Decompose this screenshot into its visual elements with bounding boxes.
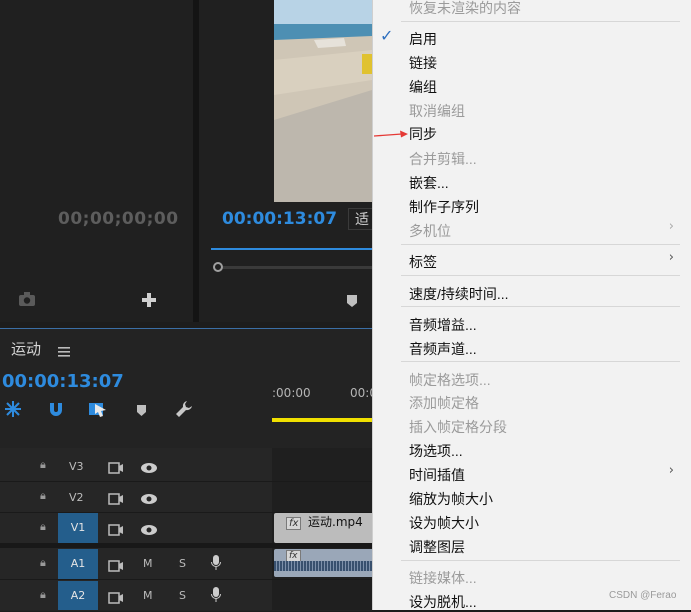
linked-selection-icon[interactable]: [88, 400, 108, 418]
menu-item-add-frame-hold[interactable]: 添加帧定格: [409, 393, 479, 413]
menu-item-speed-duration[interactable]: 速度/持续时间...: [409, 284, 509, 304]
solo-button[interactable]: S: [179, 589, 186, 602]
menu-item-frame-hold-options[interactable]: 帧定格选项...: [409, 370, 491, 390]
menu-item-audio-channels[interactable]: 音频声道...: [409, 339, 477, 359]
menu-item-link[interactable]: 链接: [409, 53, 437, 73]
video-audio-divider: [0, 543, 372, 548]
waveform: [274, 561, 372, 571]
eye-icon[interactable]: [140, 521, 158, 540]
menu-separator: [401, 560, 680, 561]
program-scrub-bar[interactable]: [211, 248, 372, 250]
track-label[interactable]: V3: [69, 460, 84, 473]
mute-button[interactable]: M: [143, 589, 153, 602]
program-video-frame: [274, 0, 372, 202]
lock-icon[interactable]: 🔒︎: [40, 556, 46, 570]
menu-separator: [401, 21, 680, 22]
track-a1[interactable]: 🔒︎ A1 M S: [0, 549, 272, 579]
menu-item-label[interactable]: 标签: [409, 252, 437, 272]
fit-dropdown[interactable]: 适: [348, 208, 372, 230]
program-timecode[interactable]: 00:00:13:07: [222, 209, 337, 229]
film-icon[interactable]: [108, 490, 124, 509]
track-label-active[interactable]: V1: [58, 513, 98, 543]
watermark: CSDN @Ferao: [609, 590, 677, 601]
playhead-handle[interactable]: [213, 262, 223, 272]
film-icon[interactable]: [108, 557, 124, 576]
program-zoom-track[interactable]: [223, 266, 372, 269]
lock-icon[interactable]: 🔒︎: [40, 489, 46, 503]
source-monitor-panel: [0, 0, 193, 322]
menu-item-time-interpolation[interactable]: 时间插值: [409, 465, 465, 485]
menu-separator: [401, 275, 680, 276]
menu-item-restore-unrendered[interactable]: 恢复未渲染的内容: [409, 0, 521, 18]
track-a2[interactable]: 🔒︎ A2 M S: [0, 581, 272, 611]
submenu-arrow-icon: ›: [668, 463, 674, 478]
snap-tool-icon[interactable]: [4, 400, 22, 418]
menu-item-enable[interactable]: 启用: [409, 29, 437, 49]
track-label-active[interactable]: A1: [58, 549, 98, 579]
film-icon[interactable]: [108, 459, 124, 478]
check-icon: ✓: [380, 26, 394, 45]
microphone-icon[interactable]: [211, 555, 221, 575]
menu-separator: [401, 306, 680, 307]
fit-label: 适: [355, 212, 369, 228]
menu-item-field-options[interactable]: 场选项...: [409, 441, 463, 461]
menu-item-set-to-frame-size[interactable]: 设为帧大小: [409, 513, 479, 533]
menu-item-nest[interactable]: 嵌套...: [409, 173, 449, 193]
annotation-arrow-icon: [373, 125, 408, 138]
video-clip[interactable]: fx 运动.mp4: [274, 513, 372, 543]
menu-item-synchronize[interactable]: 同步: [409, 124, 437, 144]
menu-separator: [401, 244, 680, 245]
track-v3[interactable]: 🔒︎ V3: [0, 451, 272, 481]
menu-separator: [401, 361, 680, 362]
menu-item-scale-to-frame-size[interactable]: 缩放为帧大小: [409, 489, 493, 509]
audio-clip[interactable]: fx: [274, 549, 372, 577]
menu-item-make-subsequence[interactable]: 制作子序列: [409, 197, 479, 217]
menu-item-merge-clips[interactable]: 合并剪辑...: [409, 149, 477, 169]
film-icon[interactable]: [108, 521, 124, 540]
add-icon[interactable]: [141, 292, 157, 308]
timeline-timecode[interactable]: 00:00:13:07: [2, 371, 124, 392]
fx-badge: fx: [286, 517, 302, 530]
track-label-active[interactable]: A2: [58, 581, 98, 610]
track-v1[interactable]: 🔒︎ V1: [0, 513, 272, 543]
menu-item-multi-camera[interactable]: 多机位: [409, 221, 451, 241]
menu-item-group[interactable]: 编组: [409, 77, 437, 97]
menu-item-insert-frame-hold-segment[interactable]: 插入帧定格分段: [409, 417, 507, 437]
submenu-arrow-icon: ›: [668, 250, 674, 265]
menu-item-audio-gain[interactable]: 音频增益...: [409, 315, 477, 335]
work-area-bar[interactable]: [272, 418, 372, 422]
menu-item-ungroup[interactable]: 取消编组: [409, 101, 465, 121]
mute-button[interactable]: M: [143, 557, 153, 570]
menu-item-link-media[interactable]: 链接媒体...: [409, 568, 477, 588]
track-label[interactable]: V2: [69, 491, 84, 504]
track-divider: [0, 579, 372, 580]
ruler-label-0: :00:00: [272, 386, 311, 400]
magnet-icon[interactable]: [48, 401, 64, 417]
film-icon[interactable]: [108, 589, 124, 608]
track-v2[interactable]: 🔒︎ V2: [0, 482, 272, 512]
camera-icon[interactable]: [18, 291, 38, 307]
menu-item-make-offline[interactable]: 设为脱机...: [409, 592, 477, 612]
marker-icon[interactable]: [346, 293, 358, 307]
context-menu: 恢复未渲染的内容 ✓ 启用 链接 编组 取消编组 同步 合并剪辑... 嵌套..…: [372, 0, 691, 610]
wrench-icon[interactable]: [175, 400, 193, 418]
eye-icon[interactable]: [140, 459, 158, 478]
menu-item-adjustment-layer[interactable]: 调整图层: [409, 537, 465, 557]
lock-icon[interactable]: 🔒︎: [40, 588, 46, 602]
eye-icon[interactable]: [140, 490, 158, 509]
microphone-icon[interactable]: [211, 587, 221, 607]
lock-icon[interactable]: 🔒︎: [40, 520, 46, 534]
clip-name: 运动.mp4: [308, 515, 363, 529]
add-marker-icon[interactable]: [136, 402, 147, 416]
source-timecode[interactable]: 00;00;00;00: [58, 209, 179, 229]
submenu-arrow-icon: ›: [668, 219, 674, 234]
lock-icon[interactable]: 🔒︎: [40, 458, 46, 472]
timeline-title[interactable]: 运动: [11, 338, 41, 359]
panel-menu-icon[interactable]: [58, 342, 70, 357]
solo-button[interactable]: S: [179, 557, 186, 570]
